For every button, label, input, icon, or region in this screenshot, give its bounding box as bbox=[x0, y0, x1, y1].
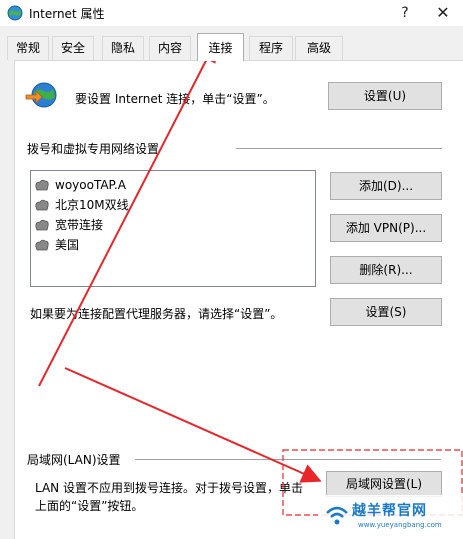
modem-icon bbox=[35, 179, 49, 191]
connections-list[interactable]: woyooTAP.A 北京10M双线 宽带连接 美国 bbox=[30, 170, 316, 287]
connection-name: 美国 bbox=[55, 238, 80, 252]
tab-privacy[interactable]: 隐私 bbox=[102, 36, 144, 60]
watermark: 越羊帮官网 www.yueyangbang.com bbox=[318, 495, 463, 538]
list-item[interactable]: 北京10M双线 bbox=[31, 195, 315, 215]
proxy-instructions: 如果要为连接配置代理服务器，请选择“设置”。 bbox=[30, 307, 283, 321]
tab-connections[interactable]: 连接 bbox=[197, 33, 244, 61]
connection-name: 宽带连接 bbox=[55, 218, 104, 232]
dialup-group-title: 拨号和虚拟专用网络设置 bbox=[27, 142, 160, 156]
setup-instructions: 要设置 Internet 连接，单击“设置”。 bbox=[75, 92, 275, 106]
connection-settings-button[interactable]: 设置(S) bbox=[330, 298, 442, 326]
list-item[interactable]: woyooTAP.A bbox=[31, 175, 315, 195]
tab-security[interactable]: 安全 bbox=[52, 36, 94, 60]
tab-programs[interactable]: 程序 bbox=[249, 36, 293, 60]
modem-icon bbox=[35, 199, 49, 211]
lan-instructions-line2: 上面的“设置”按钮。 bbox=[35, 499, 144, 513]
remove-connection-button[interactable]: 删除(R)... bbox=[330, 256, 442, 284]
close-button[interactable]: ✕ bbox=[428, 2, 458, 24]
setup-button[interactable]: 设置(U) bbox=[328, 82, 442, 110]
watermark-url: www.yueyangbang.com bbox=[358, 521, 442, 529]
window-title: Internet 属性 bbox=[29, 7, 105, 21]
tab-content[interactable]: 内容 bbox=[149, 36, 191, 60]
modem-icon bbox=[35, 219, 49, 231]
dialup-separator bbox=[236, 148, 442, 149]
title-bar: Internet 属性 ? ✕ bbox=[0, 0, 463, 26]
lan-separator bbox=[135, 459, 441, 460]
tab-advanced[interactable]: 高级 bbox=[295, 36, 343, 60]
connection-name: 北京10M双线 bbox=[55, 198, 129, 212]
connection-name: woyooTAP.A bbox=[55, 178, 126, 192]
tab-general[interactable]: 常规 bbox=[7, 36, 49, 60]
watermark-text: 越羊帮官网 bbox=[352, 503, 427, 519]
globe-connection-icon bbox=[7, 5, 23, 21]
list-item[interactable]: 宽带连接 bbox=[31, 215, 315, 235]
help-button[interactable]: ? bbox=[390, 2, 420, 24]
add-connection-button[interactable]: 添加(D)... bbox=[330, 172, 442, 200]
add-vpn-button[interactable]: 添加 VPN(P)... bbox=[330, 214, 442, 242]
lan-settings-button[interactable]: 局域网设置(L) bbox=[326, 471, 442, 497]
modem-icon bbox=[35, 239, 49, 251]
globe-arrow-icon bbox=[25, 82, 57, 108]
lan-group-title: 局域网(LAN)设置 bbox=[27, 453, 121, 467]
list-item[interactable]: 美国 bbox=[31, 235, 315, 255]
wifi-logo-icon bbox=[326, 506, 348, 525]
lan-instructions-line1: LAN 设置不应用到拨号连接。对于拨号设置，单击 bbox=[35, 481, 303, 495]
